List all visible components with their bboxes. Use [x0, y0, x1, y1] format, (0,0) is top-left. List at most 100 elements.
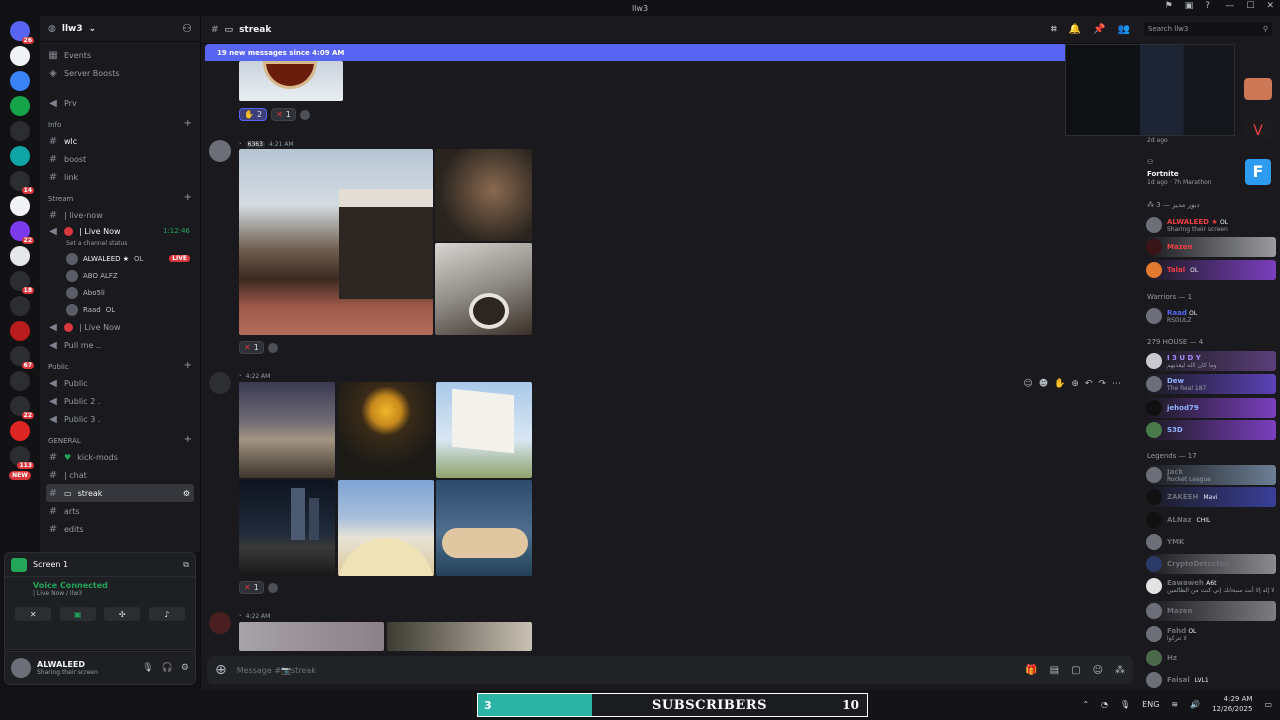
pin-icon[interactable]: 📌	[1093, 24, 1105, 35]
message-image[interactable]	[338, 382, 434, 478]
language-indicator[interactable]: ENG	[1142, 700, 1159, 709]
member-item[interactable]: Mazen	[1146, 601, 1276, 621]
member-item[interactable]: Fahd OL لا تتركوا	[1146, 624, 1276, 644]
activities-button[interactable]: ✣	[104, 607, 141, 621]
voice-channel-public[interactable]: ◀ Public	[46, 374, 194, 392]
channel-chat[interactable]: # | chat	[46, 466, 194, 484]
reaction-chip[interactable]: ✕ 1	[239, 341, 264, 354]
server-icon[interactable]	[10, 121, 30, 141]
plus-icon[interactable]: ⊕	[215, 662, 227, 678]
category-general[interactable]: GENERAL +	[46, 428, 194, 448]
help-icon[interactable]: ?	[1205, 1, 1210, 11]
avatar[interactable]	[209, 140, 231, 162]
author-name[interactable]: ·	[239, 372, 242, 380]
emoji-icon[interactable]: ✋	[1054, 379, 1065, 389]
stream-preview[interactable]	[1065, 44, 1235, 136]
voice-connected-status[interactable]: Voice Connected	[15, 581, 185, 590]
channel-server-boosts[interactable]: ◈ Server Boosts	[46, 64, 194, 82]
channel-kick-mods[interactable]: # ♥ kick-mods	[46, 448, 194, 466]
member-item[interactable]: Talal OL	[1146, 260, 1276, 280]
home-button[interactable]: 26	[10, 21, 34, 44]
wifi-icon[interactable]: ≋	[1171, 700, 1178, 709]
add-reaction-icon[interactable]: ⊕	[1071, 379, 1079, 389]
voice-location[interactable]: | Live Now / llw3	[15, 590, 185, 597]
voice-channel-pull-me[interactable]: ◀ Pull me ..	[46, 336, 194, 354]
new-badge[interactable]: NEW	[9, 471, 31, 480]
inbox-icon[interactable]: ⚑	[1165, 1, 1173, 11]
add-reaction-icon[interactable]	[267, 342, 278, 353]
emoji-icon[interactable]: ☺	[1023, 379, 1032, 389]
avatar[interactable]	[209, 612, 231, 634]
voice-channel-live-now[interactable]: ◀ | Live Now 1:12:46	[46, 224, 194, 238]
member-item[interactable]: CryptoDetected	[1146, 554, 1276, 574]
more-icon[interactable]: ⋯	[1112, 379, 1121, 389]
clock[interactable]: 4:29 AM 12/26/2025	[1212, 694, 1252, 714]
message-image[interactable]	[239, 149, 433, 335]
member-item[interactable]: ALNaz CHIL	[1146, 510, 1276, 530]
member-item[interactable]: S3D	[1146, 420, 1276, 440]
member-item[interactable]: YMK	[1146, 532, 1276, 552]
server-icon[interactable]	[10, 321, 30, 341]
member-item[interactable]: Jack Rocket League	[1146, 465, 1276, 485]
voice-channel-public-3[interactable]: ◀ Public 3 .	[46, 410, 194, 428]
server-icon[interactable]	[10, 96, 30, 116]
avatar[interactable]	[1244, 78, 1272, 100]
volume-icon[interactable]: 🔊	[1190, 700, 1200, 709]
apps-icon[interactable]: ⁂	[1115, 665, 1125, 676]
search-input[interactable]: Search llw3 ⚲	[1144, 22, 1272, 36]
message-image[interactable]	[435, 243, 532, 335]
message-image[interactable]	[239, 382, 335, 478]
activity-game[interactable]: Fortnite	[1147, 170, 1179, 178]
server-icon[interactable]: 18	[10, 271, 34, 294]
voice-user[interactable]: ABO ALFZ	[46, 267, 194, 284]
headphones-icon[interactable]: 🎧	[162, 663, 173, 673]
soundboard-button[interactable]: ♪	[148, 607, 185, 621]
notification-icon[interactable]: ▭	[1264, 700, 1272, 709]
threads-icon[interactable]: ⌗	[1051, 24, 1057, 35]
video-off-button[interactable]: ✕	[15, 607, 52, 621]
screen-share-row[interactable]: Screen 1 ⧉	[5, 553, 195, 577]
member-item[interactable]: Mazen	[1146, 237, 1276, 257]
emoji-icon[interactable]: ☻	[1039, 379, 1048, 389]
member-item[interactable]: ZAKEEH Mavi	[1146, 487, 1276, 507]
server-icon[interactable]: 67	[10, 346, 34, 369]
add-reaction-icon[interactable]	[299, 109, 310, 120]
plus-icon[interactable]: +	[184, 192, 192, 203]
reaction-chip[interactable]: ✋ 2	[239, 108, 268, 121]
avatar[interactable]	[209, 372, 231, 394]
member-item[interactable]: jehod79	[1146, 398, 1276, 418]
server-icon[interactable]	[10, 421, 30, 441]
sticker-icon[interactable]: ▢	[1071, 665, 1080, 676]
plus-icon[interactable]: +	[184, 360, 192, 371]
maximize-button[interactable]: ☐	[1246, 1, 1254, 11]
reply-icon[interactable]: ↶	[1085, 379, 1093, 389]
emoji-icon[interactable]: ☺	[1093, 665, 1103, 676]
add-reaction-icon[interactable]	[267, 582, 278, 593]
microphone-icon[interactable]: 🎙	[142, 663, 153, 673]
server-icon[interactable]	[10, 196, 30, 216]
category-stream[interactable]: Stream +	[46, 186, 194, 206]
message-image[interactable]	[239, 61, 343, 101]
message-composer[interactable]: ⊕ Message #📷streak 🎁 ▤ ▢ ☺ ⁂	[207, 656, 1133, 684]
channel-link[interactable]: # link	[46, 168, 194, 186]
server-icon[interactable]	[10, 71, 30, 91]
voice-user[interactable]: Abo5li	[46, 284, 194, 301]
channel-events[interactable]: ▦ Events	[46, 46, 194, 64]
member-item[interactable]: I 3 U D Y وما كان الله ليعذبهم	[1146, 351, 1276, 371]
author-name[interactable]: ·	[239, 140, 242, 148]
server-icon[interactable]	[10, 296, 30, 316]
reaction-chip[interactable]: ✕ 1	[271, 108, 296, 121]
new-messages-bar[interactable]: 19 new messages since 4:09 AM	[205, 44, 1067, 61]
avatar[interactable]	[11, 658, 31, 678]
server-icon[interactable]: 22	[10, 396, 34, 419]
gift-icon[interactable]: 🎁	[1025, 665, 1037, 676]
member-item[interactable]: Raad OL RSDULZ	[1146, 306, 1276, 326]
gear-icon[interactable]: ⚙	[181, 663, 189, 673]
members-icon[interactable]: 👥	[1118, 24, 1130, 35]
message-image[interactable]	[387, 622, 532, 651]
network-icon[interactable]: ◔	[1101, 700, 1108, 709]
popout-icon[interactable]: ⧉	[183, 560, 189, 570]
server-icon[interactable]	[10, 146, 30, 166]
user-name[interactable]: ALWALEED	[37, 660, 98, 669]
forward-icon[interactable]: ↷	[1098, 379, 1106, 389]
